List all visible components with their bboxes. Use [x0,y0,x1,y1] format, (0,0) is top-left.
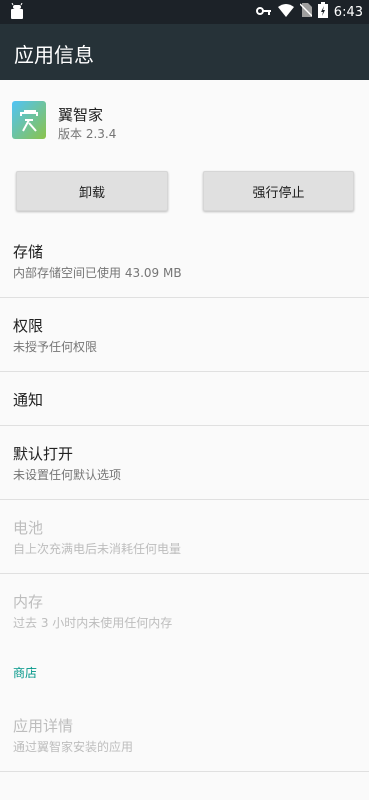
notifications-row[interactable]: 通知 [0,372,369,426]
app-bar: 应用信息 [0,24,369,80]
open-by-default-title: 默认打开 [13,445,74,463]
battery-subtitle: 自上次充满电后未消耗任何电量 [13,542,182,556]
app-details-row: 应用详情 通过翼智家安装的应用 [0,698,369,772]
force-stop-button[interactable]: 强行停止 [203,171,354,211]
wifi-icon [277,3,294,21]
memory-title: 内存 [13,593,44,611]
permissions-row[interactable]: 权限 未授予任何权限 [0,298,369,372]
open-by-default-row[interactable]: 默认打开 未设置任何默认选项 [0,426,369,500]
uninstall-button[interactable]: 卸载 [16,171,168,211]
key-icon [255,5,272,20]
app-version: 版本 2.3.4 [58,127,117,141]
app-details-title: 应用详情 [13,717,74,735]
app-details-subtitle: 通过翼智家安装的应用 [13,740,134,754]
battery-charging-icon [317,2,328,22]
page-title: 应用信息 [14,43,94,67]
no-sim-icon [299,3,313,21]
status-bar: 6:43 [0,0,369,24]
clock: 6:43 [333,4,363,20]
store-category-header: 商店 [13,666,38,680]
storage-title: 存储 [13,243,44,261]
app-header: 翼智家 版本 2.3.4 [0,80,369,170]
open-by-default-subtitle: 未设置任何默认选项 [13,468,122,482]
app-icon [12,101,46,139]
notifications-title: 通知 [13,391,44,409]
memory-subtitle: 过去 3 小时内未使用任何内存 [13,616,173,630]
android-icon [8,2,26,21]
memory-row: 内存 过去 3 小时内未使用任何内存 [0,574,369,647]
battery-row: 电池 自上次充满电后未消耗任何电量 [0,500,369,574]
permissions-title: 权限 [13,317,44,335]
battery-title: 电池 [13,519,44,537]
permissions-subtitle: 未授予任何权限 [13,340,98,354]
storage-subtitle: 内部存储空间已使用 43.09 MB [13,266,182,280]
storage-row[interactable]: 存储 内部存储空间已使用 43.09 MB [0,224,369,298]
app-name: 翼智家 [58,106,104,124]
